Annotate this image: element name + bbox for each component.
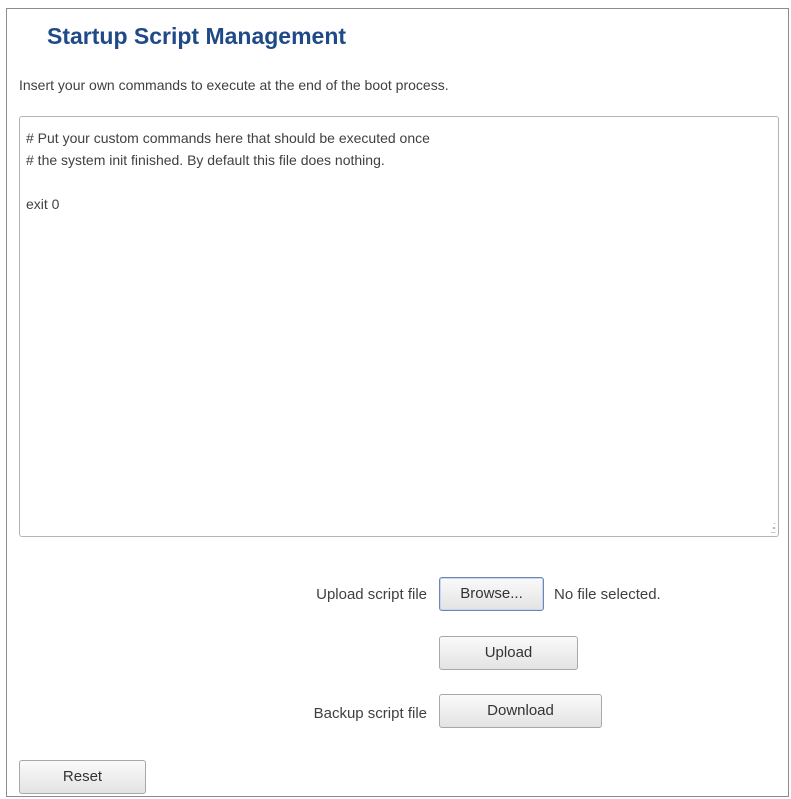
reset-button[interactable]: Reset [19,760,146,794]
download-button[interactable]: Download [439,694,602,728]
script-editor[interactable] [19,116,779,537]
page-description: Insert your own commands to execute at t… [19,77,449,93]
startup-panel: Startup Script Management Insert your ow… [6,8,789,797]
file-status-text: No file selected. [554,586,661,603]
backup-script-label: Backup script file [313,705,427,722]
upload-script-label: Upload script file [316,586,427,603]
browse-button[interactable]: Browse... [439,577,544,611]
upload-button[interactable]: Upload [439,636,578,670]
resize-grip-icon[interactable]: .:.:: [763,521,776,535]
page-title: Startup Script Management [47,23,347,49]
